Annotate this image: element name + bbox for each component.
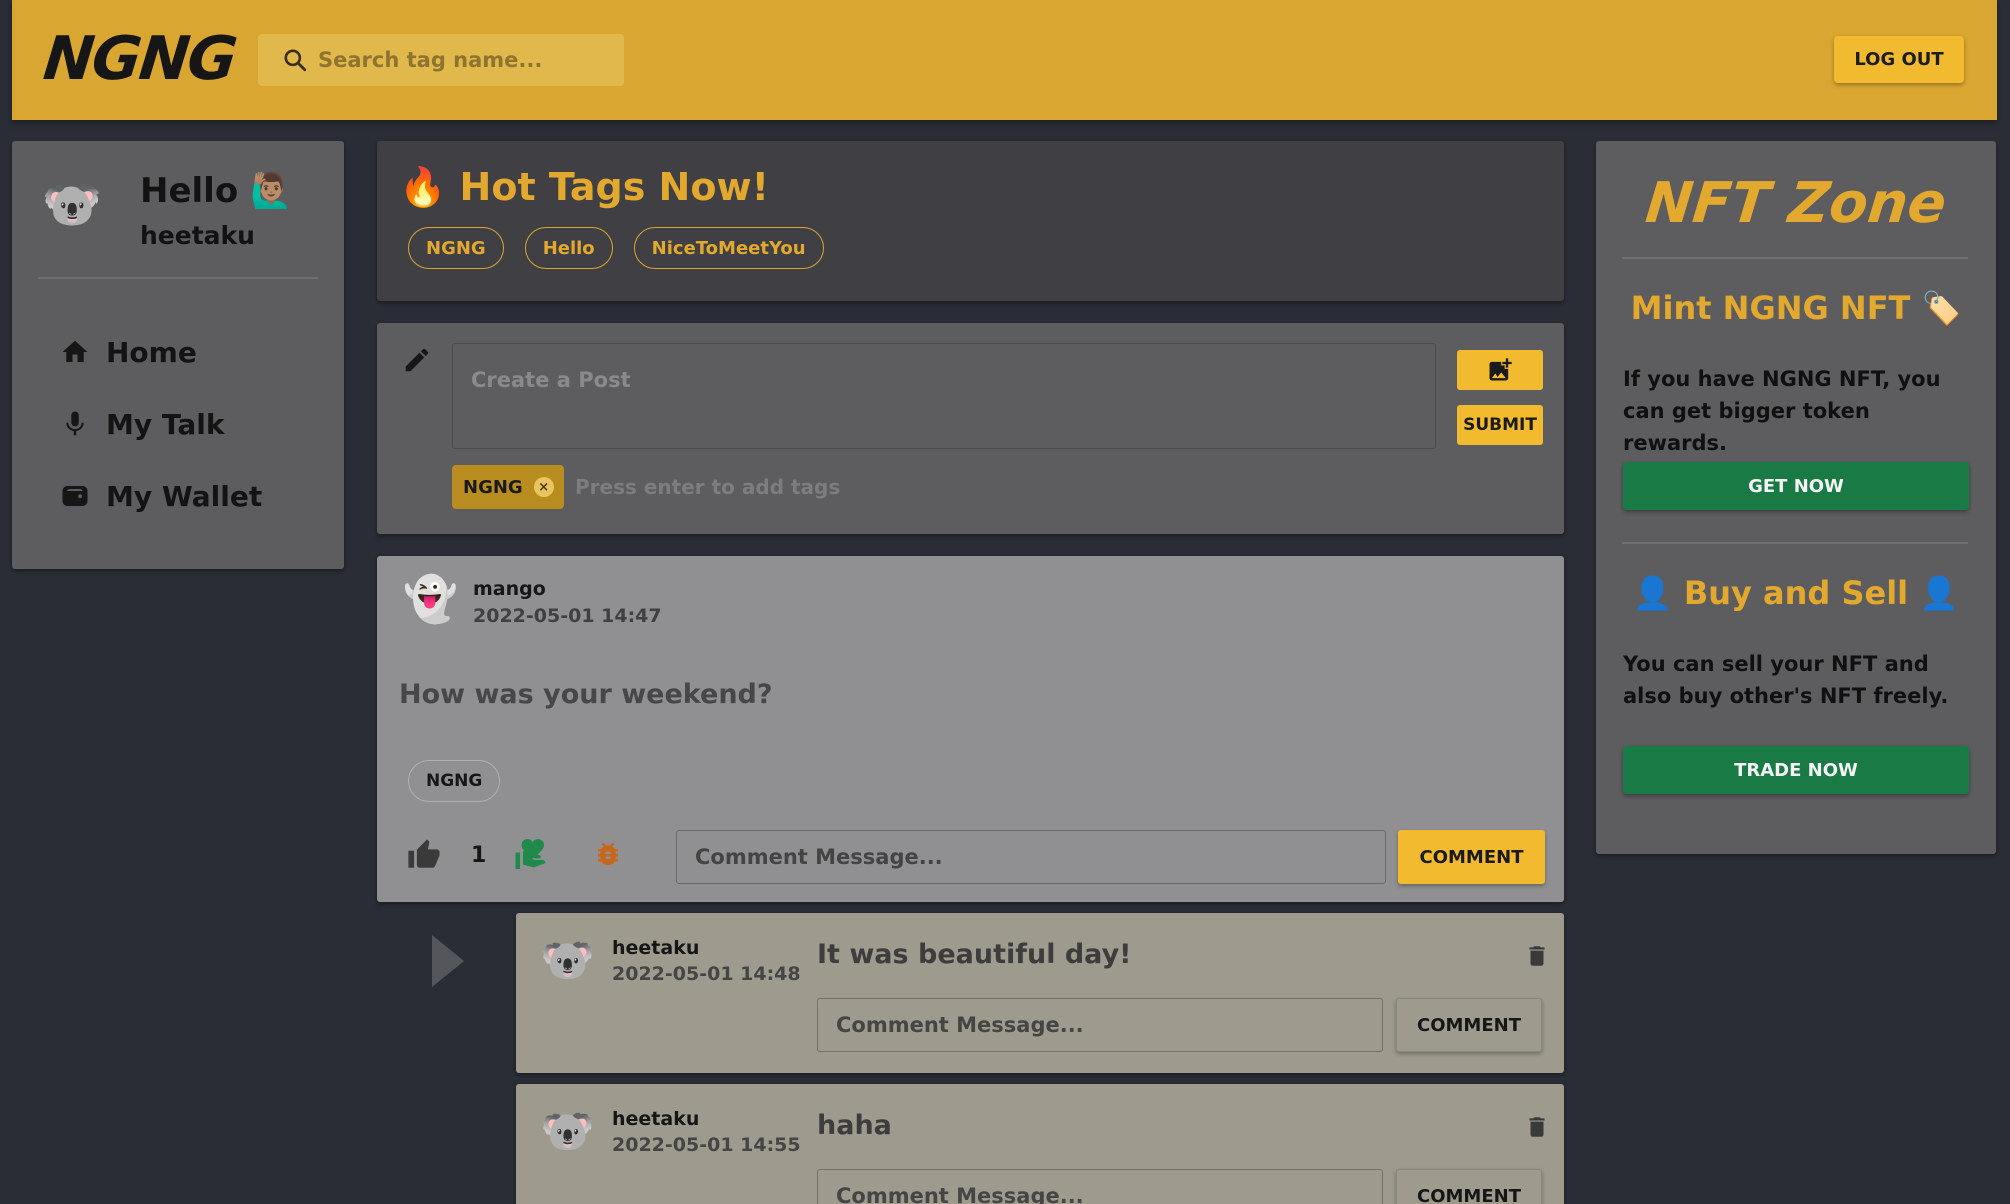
top-bar: NGNG LOG OUT [12,0,1997,120]
search-input[interactable] [318,34,618,86]
mint-heading: Mint NGNG NFT 🏷️ [1630,289,1962,327]
comment-card: 🐨 heetaku 2022-05-01 14:55 haha COMMENT [516,1084,1564,1204]
divider [1622,257,1968,259]
post-body: How was your weekend? [399,679,773,710]
delete-icon[interactable] [1524,941,1550,971]
comment-input[interactable] [817,1169,1383,1204]
hot-tag-chip[interactable]: NGNG [408,227,504,269]
comment-button[interactable]: COMMENT [1398,830,1545,884]
sidebar-item-label: My Wallet [106,479,263,513]
donate-heart-icon[interactable] [514,836,550,872]
wallet-icon [62,486,88,506]
reply-arrow-icon [432,935,464,987]
sidebar-item-label: Home [106,335,197,369]
comment-text: It was beautiful day! [817,939,1132,970]
comment-text: haha [817,1110,892,1141]
avatar: 🐨 [540,935,595,986]
hot-tags-title: 🔥 Hot Tags Now! [399,165,769,209]
post-card: 👻 mango 2022-05-01 14:47 How was your we… [377,556,1564,902]
avatar: 👻 [403,574,458,625]
post-textarea[interactable] [452,343,1436,449]
trade-description: You can sell your NFT and also buy other… [1623,652,1949,708]
avatar: 🐨 [540,1106,595,1157]
get-now-button[interactable]: GET NOW [1623,462,1969,510]
home-icon [62,340,88,362]
app-logo[interactable]: NGNG [40,22,239,96]
comment-timestamp: 2022-05-01 14:55 [612,1134,801,1156]
profile-sidebar: 🐨 Hello 🙋🏽‍♂️ heetaku Home My Talk My Wa… [12,141,344,569]
hot-tag-chip[interactable]: NiceToMeetYou [633,227,824,269]
sidebar-item-my-talk[interactable]: My Talk [60,399,320,449]
remove-tag-icon[interactable]: × [533,477,554,497]
report-bug-icon[interactable] [593,839,623,869]
sidebar-item-my-wallet[interactable]: My Wallet [60,471,320,521]
comment-input[interactable] [817,998,1383,1052]
trade-heading: 👤 Buy and Sell 👤 [1632,574,1960,612]
search-box[interactable] [258,34,624,86]
comment-card: 🐨 heetaku 2022-05-01 14:48 It was beauti… [516,913,1564,1073]
thumbs-up-icon[interactable] [407,838,441,872]
hot-tag-chip[interactable]: Hello [524,227,613,269]
comment-button[interactable]: COMMENT [1396,998,1542,1052]
add-photo-icon [1489,358,1512,381]
mint-description: If you have NGNG NFT, you can get bigger… [1623,367,1941,455]
create-post-card: SUBMIT NGNG × [377,323,1564,534]
delete-icon[interactable] [1524,1112,1550,1142]
comment-button[interactable]: COMMENT [1396,1169,1542,1204]
logout-button[interactable]: LOG OUT [1834,36,1964,83]
selected-tag-label: NGNG [463,476,523,498]
nft-zone-panel: NFT Zone Mint NGNG NFT 🏷️ If you have NG… [1596,141,1996,854]
submit-button[interactable]: SUBMIT [1457,405,1543,445]
search-icon [284,49,307,72]
sidebar-divider [38,277,318,279]
comment-timestamp: 2022-05-01 14:48 [612,963,801,985]
greeting: Hello 🙋🏽‍♂️ [140,171,293,211]
selected-tag-pill: NGNG × [452,465,564,509]
microphone-icon [66,411,84,436]
pencil-icon [405,348,429,372]
tag-input[interactable] [575,465,975,509]
nft-zone-title: NFT Zone [1642,171,1950,236]
post-tag-chip[interactable]: NGNG [408,760,501,802]
divider [1622,542,1968,544]
username: heetaku [140,221,255,250]
comment-input[interactable] [676,830,1386,884]
comment-author: heetaku [612,1108,700,1130]
like-count: 1 [471,843,487,868]
trade-now-button[interactable]: TRADE NOW [1623,746,1969,794]
sidebar-item-label: My Talk [106,407,225,441]
post-author: mango [473,578,546,600]
avatar: 🐨 [42,177,102,233]
post-timestamp: 2022-05-01 14:47 [473,605,662,627]
sidebar-item-home[interactable]: Home [60,327,320,377]
add-image-button[interactable] [1457,350,1543,390]
comment-author: heetaku [612,937,700,959]
hot-tags-card: 🔥 Hot Tags Now! NGNG Hello NiceToMeetYou [377,141,1564,301]
hot-tags-list: NGNG Hello NiceToMeetYou [408,227,824,269]
